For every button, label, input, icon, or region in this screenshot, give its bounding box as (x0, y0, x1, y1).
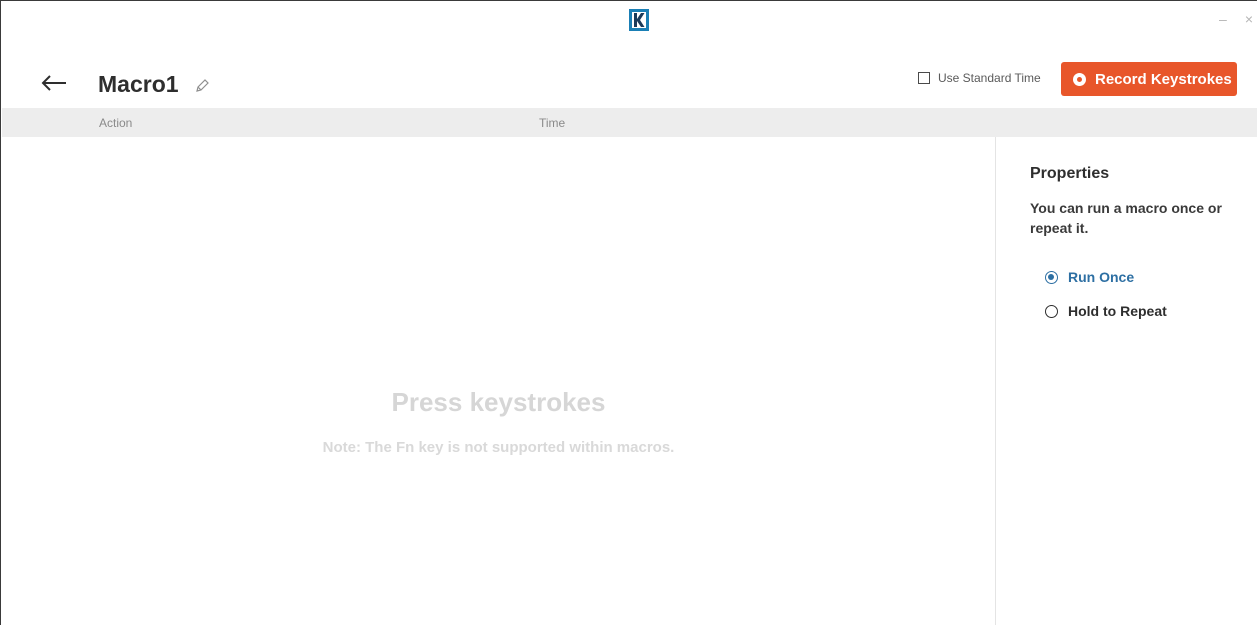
macro-header: Macro1 Use Standard Time Record Keystrok… (1, 61, 1257, 107)
back-button[interactable] (39, 71, 69, 95)
window-controls: – × (1219, 11, 1253, 27)
standard-time-label: Use Standard Time (938, 71, 1041, 85)
keystroke-list-area: Press keystrokes Note: The Fn key is not… (2, 137, 995, 625)
arrow-left-icon (41, 75, 66, 91)
empty-state-title: Press keystrokes (391, 387, 606, 417)
table-header: Action Time (2, 108, 1257, 137)
column-header-time: Time (539, 116, 566, 130)
hold-to-repeat-radio[interactable] (1045, 304, 1058, 318)
title-bar: – × (1, 1, 1257, 41)
empty-state-note: Note: The Fn key is not supported within… (322, 439, 675, 456)
column-header-action: Action (99, 116, 133, 130)
hold-to-repeat-label: Hold to Repeat (1068, 303, 1167, 319)
panel-divider (995, 137, 996, 625)
use-standard-time-toggle[interactable]: Use Standard Time (918, 71, 1041, 85)
run-once-label: Run Once (1068, 269, 1135, 285)
run-once-radio[interactable] (1045, 270, 1058, 284)
hold-to-repeat-option[interactable]: Hold to Repeat (1045, 294, 1240, 328)
close-button[interactable]: × (1245, 11, 1253, 27)
pencil-icon[interactable] (194, 78, 210, 94)
app-window: – × Macro1 Use Standard Time Record Keys… (0, 0, 1257, 625)
minimize-button[interactable]: – (1219, 11, 1227, 27)
properties-panel: Properties You can run a macro once or r… (1030, 165, 1240, 328)
macro-title: Macro1 (98, 71, 179, 97)
record-button-label: Record Keystrokes (1095, 70, 1232, 88)
properties-description: You can run a macro once or repeat it. (1030, 200, 1222, 236)
standard-time-checkbox[interactable] (918, 72, 930, 84)
properties-title: Properties (1030, 165, 1110, 182)
repeat-mode-options: Run Once Hold to Repeat (1045, 260, 1240, 328)
run-once-option[interactable]: Run Once (1045, 260, 1240, 294)
record-keystrokes-button[interactable]: Record Keystrokes (1061, 62, 1237, 96)
kingston-k-logo-icon (629, 9, 649, 31)
record-icon (1073, 72, 1086, 86)
